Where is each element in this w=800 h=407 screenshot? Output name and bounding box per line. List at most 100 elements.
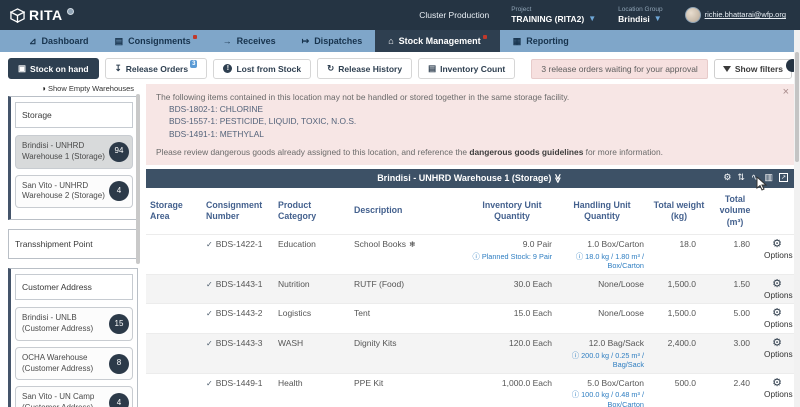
col-total-weight[interactable]: Total weight (kg) — [648, 188, 710, 235]
sidebar-item-brindisi-unhrd-wh1[interactable]: Brindisi - UNHRD Warehouse 1 (Storage)94 — [15, 135, 133, 169]
nav-dashboard[interactable]: ⊿Dashboard — [16, 30, 102, 52]
nav-consignments[interactable]: ▤Consignments — [102, 30, 210, 52]
nav-receives[interactable]: →Receives — [210, 30, 289, 52]
page-scrollbar[interactable] — [794, 30, 800, 407]
sidebar-item-sanvito-unhrd-wh2[interactable]: San Vito - UNHRD Warehouse 2 (Storage)4 — [15, 175, 133, 209]
options-button[interactable]: Options — [764, 319, 793, 329]
gear-icon[interactable]: ⚙ — [764, 239, 790, 250]
check-icon: ✓ — [206, 240, 213, 249]
sidebar-item-ocha-warehouse[interactable]: OCHA Warehouse (Customer Address)8 — [15, 347, 133, 381]
description: School Books — [354, 239, 406, 249]
release-orders-count-badge: 3 — [190, 60, 197, 68]
stock-on-hand-icon: ▣ — [18, 63, 26, 74]
table-row[interactable]: ✓BDS-1443-3 WASH Dignity Kits 120.0 Each… — [146, 334, 794, 374]
show-empty-warehouses-toggle[interactable]: ◑ Show Empty Warehouses — [8, 84, 138, 96]
collapse-chevrons-icon: ≫ — [553, 174, 564, 183]
col-description[interactable]: Description — [350, 188, 468, 235]
product-category: Nutrition — [274, 274, 350, 304]
external-link-icon[interactable]: ↗ — [779, 173, 788, 182]
col-storage-area[interactable]: Storage Area — [146, 188, 202, 235]
logo-badge-icon — [67, 8, 74, 15]
main-content: The following items contained in this lo… — [138, 84, 800, 407]
handling-unit-qty: 1.0 Box/Carton — [587, 239, 644, 249]
tab-lost-from-stock[interactable]: !Lost from Stock — [213, 59, 311, 79]
product-category: Health — [274, 373, 350, 407]
options-button[interactable]: Options — [764, 250, 793, 260]
col-consignment-number[interactable]: Consignment Number — [202, 188, 274, 235]
app-header: RITA Cluster Production Project TRAINING… — [0, 0, 800, 30]
check-icon: ✓ — [206, 379, 213, 388]
count-badge: 15 — [109, 314, 129, 334]
dispatches-icon: ↦ — [302, 36, 310, 47]
table-row[interactable]: ✓BDS-1443-2 Logistics Tent 15.0 Each Non… — [146, 304, 794, 334]
warehouse-title-bar[interactable]: Brindisi - UNHRD Warehouse 1 (Storage)≫ … — [146, 169, 794, 188]
total-weight: 2,400.0 — [648, 334, 710, 374]
app-logo[interactable]: RITA — [10, 7, 74, 23]
tab-inventory-count[interactable]: ▤Inventory Count — [418, 58, 515, 79]
nav-dispatches[interactable]: ↦Dispatches — [289, 30, 376, 52]
chevron-down-icon: ▼ — [588, 14, 596, 24]
notification-dot — [193, 35, 197, 39]
chevron-down-icon: ▼ — [654, 14, 662, 24]
product-category: Education — [274, 235, 350, 275]
stock-table: Storage Area Consignment Number Product … — [146, 188, 794, 407]
col-total-volume[interactable]: Total volume (m³) — [710, 188, 760, 235]
tab-stock-on-hand[interactable]: ▣Stock on hand — [8, 58, 99, 79]
tab-release-history[interactable]: ↻Release History — [317, 58, 412, 79]
warehouse-title: Brindisi - UNHRD Warehouse 1 (Storage) — [377, 173, 551, 183]
user-menu[interactable]: richie.bhattarai@wfp.org — [685, 7, 786, 23]
table-header-row: Storage Area Consignment Number Product … — [146, 188, 794, 235]
options-button[interactable]: Options — [764, 349, 793, 359]
approval-notice-badge: 3 release orders waiting for your approv… — [531, 59, 707, 79]
consignment-number: BDS-1422-1 — [216, 239, 263, 249]
consignment-number: BDS-1449-1 — [216, 378, 263, 388]
check-icon: ✓ — [206, 280, 213, 289]
consignment-number: BDS-1443-1 — [216, 279, 263, 289]
col-handling-unit-qty[interactable]: Handling Unit Quantity — [556, 188, 648, 235]
handling-unit-note: ⓘ 100.0 kg / 0.48 m³ / Box/Carton — [560, 390, 644, 407]
avatar — [685, 7, 701, 23]
inventory-unit-qty: 9.0 Pair — [523, 239, 552, 249]
close-icon[interactable]: × — [783, 85, 789, 101]
gear-icon[interactable]: ⚙ — [764, 378, 790, 389]
options-button[interactable]: Options — [764, 389, 793, 399]
gear-icon[interactable]: ⚙ — [764, 338, 790, 349]
total-volume: 2.40 — [710, 373, 760, 407]
table-row[interactable]: ✓BDS-1449-1 Health PPE Kit 1,000.0 Each … — [146, 373, 794, 407]
dashboard-icon: ⊿ — [29, 36, 37, 47]
planned-stock-note: ⓘ Planned Stock: 9 Pair — [472, 252, 552, 261]
project-dropdown[interactable]: Project TRAINING (RITA2)▼ — [511, 6, 596, 24]
check-icon: ✓ — [206, 309, 213, 318]
count-badge: 4 — [109, 181, 129, 201]
gear-icon[interactable]: ⚙ — [723, 172, 731, 183]
col-product-category[interactable]: Product Category — [274, 188, 350, 235]
gear-icon[interactable]: ⚙ — [764, 308, 790, 319]
release-orders-icon: ↧ — [115, 63, 122, 74]
sidebar-item-brindisi-unlb[interactable]: Brindisi - UNLB (Customer Address)15 — [15, 307, 133, 341]
nav-reporting[interactable]: ▦Reporting — [500, 30, 582, 52]
dangerous-goods-guidelines-link[interactable]: dangerous goods guidelines — [469, 147, 583, 157]
table-row[interactable]: ✓BDS-1443-1 Nutrition RUTF (Food) 30.0 E… — [146, 274, 794, 304]
scrollbar-thumb[interactable] — [795, 52, 799, 162]
count-badge: 94 — [109, 142, 129, 162]
description: Dignity Kits — [350, 334, 468, 374]
sidebar-group-transshipment-point: Transshipment Point — [8, 229, 138, 259]
chart-icon[interactable]: ∿ — [751, 172, 759, 183]
cube-logo-icon — [10, 8, 25, 23]
col-inventory-unit-qty[interactable]: Inventory Unit Quantity — [468, 188, 556, 235]
total-weight: 1,500.0 — [648, 304, 710, 334]
nav-stock-management[interactable]: ⌂Stock Management — [375, 30, 499, 52]
options-button[interactable]: Options — [764, 290, 793, 300]
columns-icon[interactable]: ▥ — [764, 172, 773, 183]
inventory-count-icon: ▤ — [428, 63, 436, 74]
location-group-dropdown[interactable]: Location Group Brindisi▼ — [618, 6, 662, 24]
gear-icon[interactable]: ⚙ — [764, 279, 790, 290]
filter-icon — [723, 66, 731, 72]
sidebar-item-sanvito-un-camp[interactable]: San Vito - UN Camp (Customer Address)4 — [15, 386, 133, 407]
group-title: Storage — [15, 102, 133, 128]
tab-release-orders[interactable]: ↧Release Orders3 — [105, 58, 208, 79]
sidebar-group-customer-address: Customer Address Brindisi - UNLB (Custom… — [8, 268, 138, 407]
show-filters-button[interactable]: Show filters — [714, 59, 792, 79]
table-row[interactable]: ✓BDS-1422-1 Education School Books❄ 9.0 … — [146, 235, 794, 275]
sort-icon[interactable]: ⇅ — [737, 172, 745, 183]
